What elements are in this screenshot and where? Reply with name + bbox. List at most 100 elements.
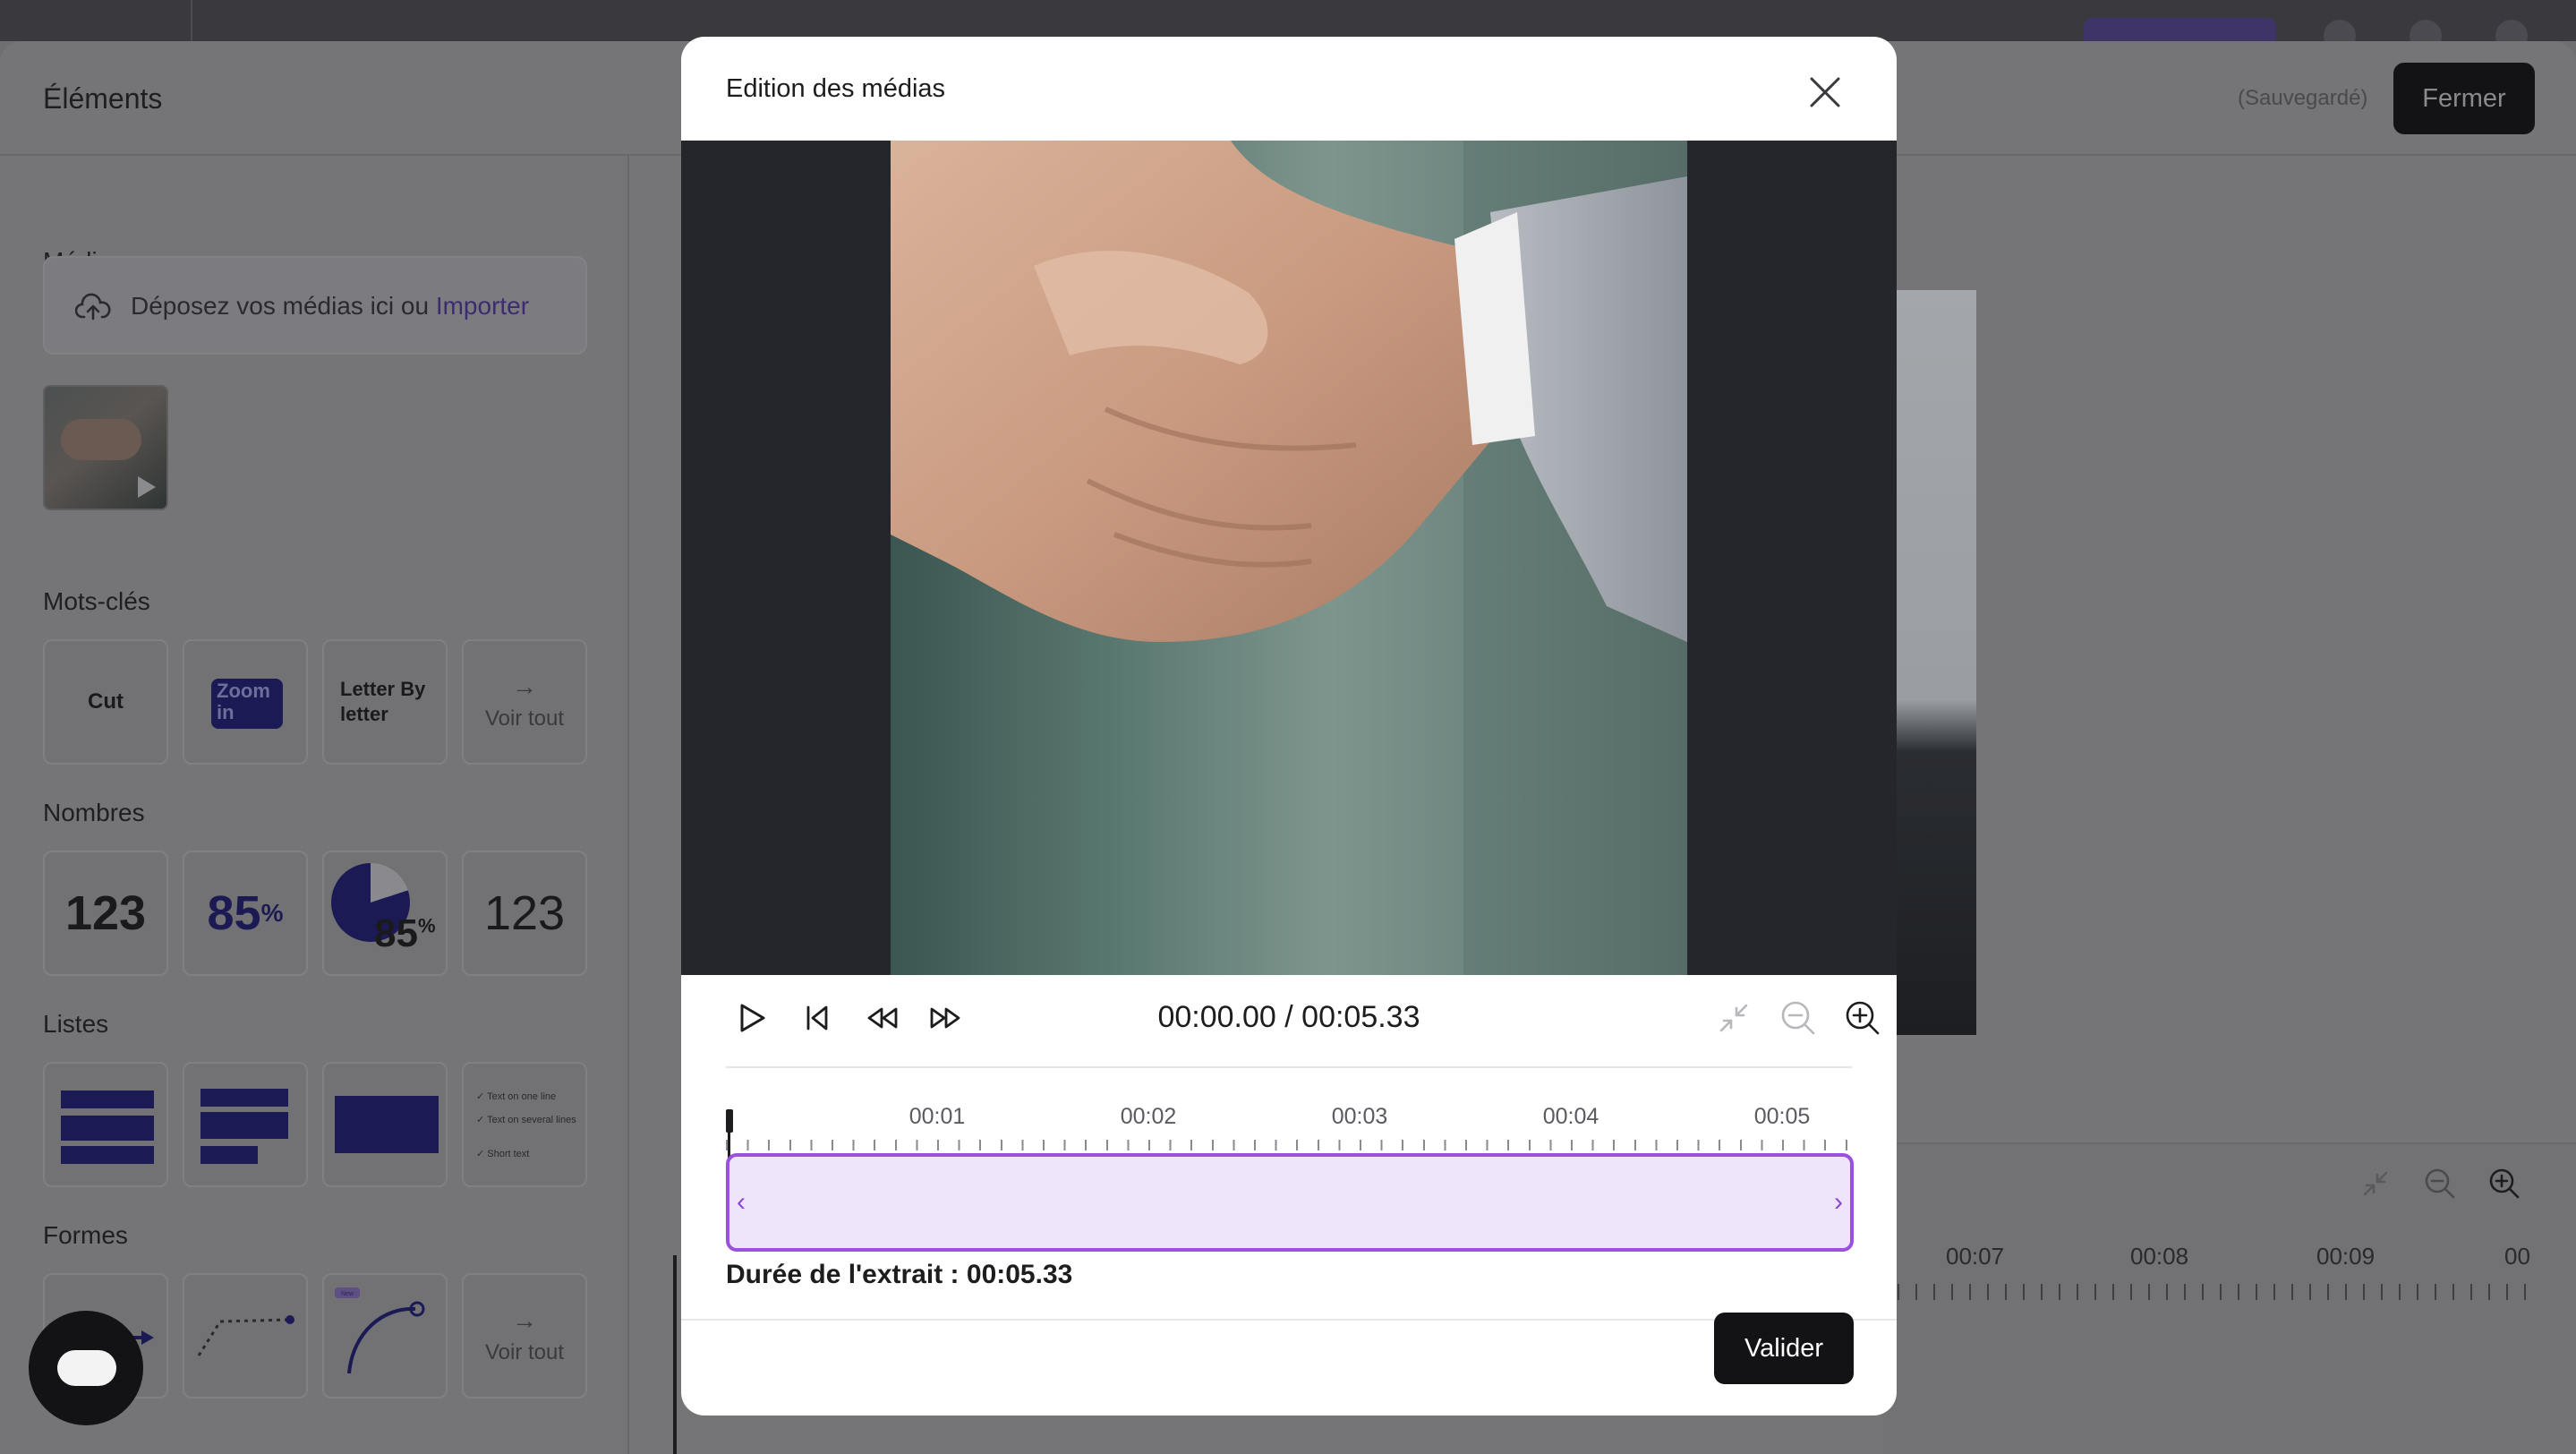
see-all-content: → Voir tout: [464, 1275, 585, 1397]
handshake-image: [891, 141, 1687, 975]
timeline-playhead[interactable]: [673, 1255, 677, 1454]
timeline-ticks: [1898, 1284, 2542, 1300]
section-title-shapes: Formes: [43, 1221, 128, 1249]
video-play-icon: [138, 476, 156, 498]
percent-sign: %: [260, 899, 284, 927]
checklist-text: Text on one line: [487, 1091, 557, 1102]
number-tile-outline[interactable]: 123: [462, 851, 587, 976]
keyword-label: Zoom in: [211, 679, 283, 729]
clip-duration: Durée de l'extrait : 00:05.33: [726, 1260, 1073, 1289]
zoom-out-icon[interactable]: [2422, 1166, 2458, 1202]
new-badge: New: [341, 1291, 354, 1297]
media-thumbnail[interactable]: [43, 385, 168, 510]
player-controls: 00:00.00 / 00:05.33: [726, 968, 1880, 1068]
ruler-ticks: [726, 1140, 1852, 1150]
section-title-keywords: Mots-clés: [43, 587, 150, 615]
app-top-bar: [0, 0, 2576, 54]
keywords-see-all-tile[interactable]: → Voir tout: [462, 639, 587, 765]
shape-tile-curve[interactable]: New: [322, 1273, 448, 1398]
number-label: 85: [374, 911, 418, 955]
number-label: 85: [207, 886, 261, 940]
number-content: 85%: [184, 852, 306, 974]
ruler-label: 00:03: [1331, 1104, 1388, 1129]
keyword-tile-cut[interactable]: Cut: [43, 639, 168, 765]
fit-icon[interactable]: [1714, 998, 1753, 1038]
see-all-content: → Voir tout: [464, 641, 585, 763]
trim-start-handle[interactable]: ‹: [737, 1187, 746, 1218]
number-label: 123: [64, 886, 147, 940]
media-edit-modal: Edition des médias 00:00.00 / 00:05.33 0…: [681, 37, 1897, 1416]
zoom-in-icon[interactable]: [1843, 998, 1882, 1038]
video-frame: [891, 141, 1687, 975]
list-tile-block[interactable]: [322, 1062, 448, 1187]
elements-sidebar: Médias Déposez vos médias ici ou Importe…: [0, 156, 629, 1454]
ruler-label: 00:01: [908, 1104, 966, 1129]
list-bar: [61, 1116, 154, 1141]
dropzone-text: Déposez vos médias ici ou Importer: [131, 292, 529, 321]
list-bar: [200, 1089, 288, 1107]
checklist-line: ✓ Text on several lines: [476, 1115, 576, 1125]
save-status: (Sauvegardé): [2238, 86, 2368, 110]
timeline-tick-label: 00: [2504, 1243, 2530, 1270]
timeline-tick-label: 00:09: [2316, 1243, 2376, 1270]
number-tile-pie[interactable]: 85%: [322, 851, 448, 976]
list-bar: [200, 1112, 288, 1139]
modal-title: Edition des médias: [726, 74, 946, 103]
zoom-in-icon[interactable]: [2486, 1166, 2522, 1202]
canvas-preview-image: [1890, 290, 1976, 1035]
close-icon[interactable]: [1800, 67, 1850, 117]
checklist-text: Text on several lines: [487, 1115, 576, 1125]
thumbnail-image: [61, 419, 141, 460]
list-bar: [61, 1090, 154, 1108]
media-dropzone[interactable]: Déposez vos médias ici ou Importer: [43, 256, 587, 355]
zoom-out-icon[interactable]: [1778, 998, 1818, 1038]
see-all-label: Voir tout: [484, 1340, 565, 1364]
upload-cloud-icon: [75, 293, 111, 321]
dropzone-label: Déposez vos médias ici ou: [131, 292, 436, 320]
timeline-tick-label: 00:07: [1946, 1243, 2005, 1270]
percent-sign: %: [417, 914, 436, 937]
chat-icon: [57, 1350, 116, 1386]
list-tile-checklist[interactable]: ✓ Text on one line ✓ Text on several lin…: [462, 1062, 587, 1187]
checklist-line: ✓ Short text: [476, 1149, 530, 1159]
list-bar: [61, 1146, 154, 1164]
ruler-label: 00:05: [1753, 1104, 1811, 1129]
import-link[interactable]: Importer: [436, 292, 529, 320]
trim-ruler: 00:01 00:02 00:03 00:04 00:05: [726, 1093, 1852, 1192]
panel-title: Éléments: [43, 82, 163, 115]
timecode: 00:00.00 / 00:05.33: [1157, 1000, 1420, 1034]
timeline-tick-label: 00:08: [2130, 1243, 2189, 1270]
list-bar: [335, 1096, 439, 1153]
list-tile-blocks[interactable]: [43, 1062, 168, 1187]
top-bar-divider: [191, 0, 192, 41]
section-title-lists: Listes: [43, 1010, 109, 1038]
trim-clip[interactable]: ‹ ›: [726, 1153, 1854, 1252]
number-tile-percent[interactable]: 85%: [183, 851, 308, 976]
shape-tile-dotted-line[interactable]: [183, 1273, 308, 1398]
arrow-right-icon: →: [512, 1306, 537, 1334]
keyword-label: Cut: [88, 689, 124, 714]
fit-icon[interactable]: [2358, 1166, 2393, 1202]
video-preview[interactable]: [681, 141, 1897, 975]
dotted-line-shape-icon: [197, 1315, 294, 1356]
close-panel-button[interactable]: Fermer: [2393, 63, 2535, 134]
validate-button[interactable]: Valider: [1714, 1313, 1854, 1384]
number-tile-plain[interactable]: 123: [43, 851, 168, 976]
section-title-numbers: Nombres: [43, 799, 145, 826]
arrow-right-icon: →: [512, 672, 537, 700]
ruler-label: 00:02: [1120, 1104, 1177, 1129]
curve-shape-icon: New: [335, 1287, 425, 1374]
ruler-label: 00:04: [1542, 1104, 1599, 1129]
checklist-line: ✓ Text on one line: [476, 1091, 557, 1102]
number-content: 85%: [374, 911, 436, 956]
keyword-label: Letter By letter: [340, 678, 426, 725]
trim-end-handle[interactable]: ›: [1834, 1187, 1843, 1218]
list-tile-compact[interactable]: [183, 1062, 308, 1187]
see-all-label: Voir tout: [484, 706, 565, 731]
number-label: 123: [483, 886, 566, 940]
chat-support-button[interactable]: [29, 1311, 143, 1425]
checklist-text: Short text: [487, 1149, 530, 1159]
keyword-tile-zoom-in[interactable]: Zoom in: [183, 639, 308, 765]
shapes-see-all-tile[interactable]: → Voir tout: [462, 1273, 587, 1398]
keyword-tile-letter-by-letter[interactable]: Letter By letter: [322, 639, 448, 765]
